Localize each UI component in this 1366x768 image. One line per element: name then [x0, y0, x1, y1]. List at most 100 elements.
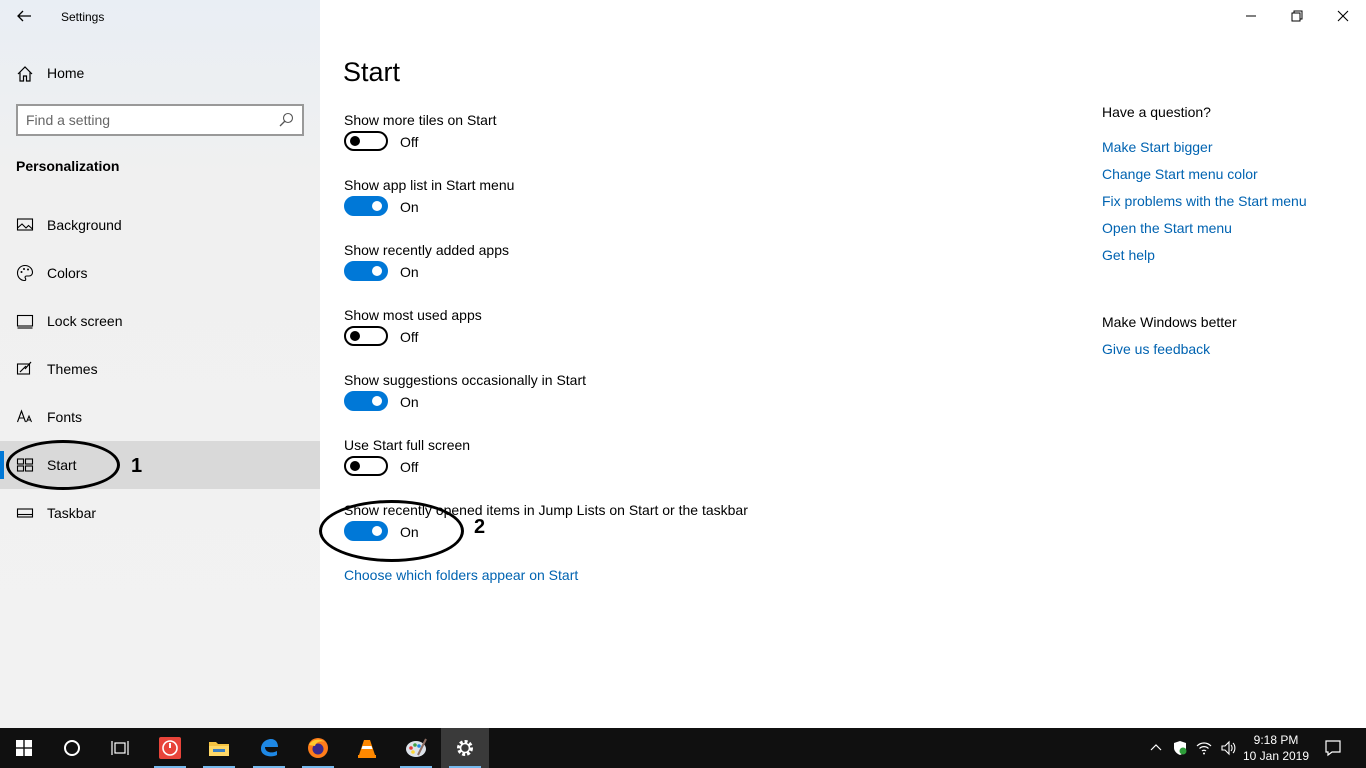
help-link-change-color[interactable]: Change Start menu color	[1102, 166, 1258, 182]
sidebar-item-background[interactable]: Background	[0, 201, 320, 249]
windows-logo-icon	[16, 740, 32, 756]
task-view-icon	[111, 741, 129, 755]
toggle-knob	[350, 136, 360, 146]
fonts-icon	[16, 409, 32, 423]
back-button[interactable]	[8, 2, 40, 30]
toggle-knob	[350, 461, 360, 471]
app-list-toggle[interactable]	[344, 196, 388, 216]
taskbar-vlc[interactable]	[343, 728, 391, 768]
cortana-button[interactable]	[48, 728, 96, 768]
sidebar-item-home[interactable]: Home	[0, 57, 320, 89]
annotation-number-1: 1	[131, 455, 143, 477]
toggle-state: Off	[400, 329, 419, 345]
back-arrow-icon	[17, 10, 31, 22]
toggle-state: On	[400, 199, 419, 215]
minimize-button[interactable]	[1228, 0, 1274, 32]
most-used-toggle[interactable]	[344, 326, 388, 346]
home-icon	[17, 66, 33, 82]
notification-icon	[1325, 740, 1341, 757]
clock-time: 9:18 PM	[1253, 733, 1299, 747]
sidebar-item-label: Lock screen	[47, 313, 123, 329]
task-view-button[interactable]	[96, 728, 144, 768]
taskbar-settings[interactable]	[441, 728, 489, 768]
edge-browser-icon	[261, 739, 278, 757]
taskbar-firefox[interactable]	[294, 728, 342, 768]
themes-icon	[16, 361, 32, 375]
close-button[interactable]	[1320, 0, 1366, 32]
toggle-knob	[372, 396, 382, 406]
toggle-state: On	[400, 394, 419, 410]
restore-icon	[1291, 10, 1303, 22]
help-link-fix-problems[interactable]: Fix problems with the Start menu	[1102, 193, 1307, 209]
app-title: Settings	[61, 10, 105, 24]
taskbar-edge[interactable]	[245, 728, 293, 768]
sidebar-item-lock-screen[interactable]: Lock screen	[0, 297, 320, 345]
taskbar-app-red-power[interactable]	[146, 728, 194, 768]
toggle-state: Off	[400, 459, 419, 475]
sidebar-item-fonts[interactable]: Fonts	[0, 393, 320, 441]
sidebar-item-taskbar[interactable]: Taskbar	[0, 489, 320, 537]
taskbar: 9:18 PM 10 Jan 2019	[0, 728, 1366, 768]
picture-icon	[16, 218, 34, 231]
cortana-circle-icon	[64, 740, 80, 756]
start-button[interactable]	[0, 728, 48, 768]
vlc-cone-icon	[358, 740, 376, 758]
taskbar-file-explorer[interactable]	[195, 728, 243, 768]
sidebar-item-label: Themes	[47, 361, 98, 377]
tray-volume[interactable]	[1216, 728, 1240, 768]
help-link-open-start[interactable]: Open the Start menu	[1102, 220, 1232, 236]
sidebar-item-colors[interactable]: Colors	[0, 249, 320, 297]
search-icon[interactable]	[278, 112, 294, 128]
annotation-ellipse-1	[6, 440, 120, 490]
tray-network[interactable]	[1192, 728, 1216, 768]
shield-icon	[1174, 741, 1187, 755]
setting-label: Show most used apps	[344, 307, 482, 323]
setting-label: Show suggestions occasionally in Start	[344, 372, 587, 388]
toggle-knob	[372, 201, 382, 211]
taskbar-paint[interactable]	[392, 728, 440, 768]
power-app-icon	[159, 737, 181, 759]
speaker-icon	[1221, 740, 1236, 756]
sidebar-item-label: Taskbar	[47, 505, 97, 521]
sidebar-item-label: Home	[47, 65, 85, 81]
annotation-number-2: 2	[474, 516, 486, 538]
taskbar-clock[interactable]: 9:18 PM 10 Jan 2019	[1240, 732, 1312, 764]
action-center-button[interactable]	[1320, 728, 1346, 768]
lock-screen-icon	[16, 314, 34, 329]
help-link-make-start-bigger[interactable]: Make Start bigger	[1102, 139, 1213, 155]
show-hidden-icons-button[interactable]	[1144, 728, 1168, 768]
sidebar-item-label: Colors	[47, 265, 88, 281]
page-title: Start	[343, 57, 401, 87]
setting-label: Show app list in Start menu	[344, 177, 515, 193]
choose-folders-link[interactable]: Choose which folders appear on Start	[344, 567, 578, 583]
section-title: Personalization	[16, 158, 120, 174]
full-screen-toggle[interactable]	[344, 456, 388, 476]
restore-button[interactable]	[1274, 0, 1320, 32]
close-icon	[1337, 10, 1349, 22]
feedback-link[interactable]: Give us feedback	[1102, 341, 1210, 357]
search-input[interactable]	[26, 110, 276, 130]
chevron-up-icon	[1150, 744, 1162, 751]
recently-added-toggle[interactable]	[344, 261, 388, 281]
active-indicator	[0, 451, 4, 479]
suggestions-toggle[interactable]	[344, 391, 388, 411]
toggle-knob	[350, 331, 360, 341]
palette-icon	[16, 264, 34, 282]
sidebar-item-label: Fonts	[47, 409, 83, 425]
minimize-icon	[1246, 15, 1256, 17]
help-heading: Have a question?	[1102, 104, 1211, 120]
paint-palette-icon	[406, 738, 427, 757]
setting-label: Show recently added apps	[344, 242, 509, 258]
gear-icon	[457, 740, 473, 756]
help-link-get-help[interactable]: Get help	[1102, 247, 1155, 263]
toggle-state: On	[400, 264, 419, 280]
toggle-knob	[372, 266, 382, 276]
sidebar-item-label: Background	[47, 217, 122, 233]
annotation-ellipse-2	[319, 500, 464, 562]
sidebar-item-themes[interactable]: Themes	[0, 345, 320, 393]
more-tiles-toggle[interactable]	[344, 131, 388, 151]
sidebar: Settings Home Personalization Background…	[0, 0, 320, 728]
tray-defender[interactable]	[1168, 728, 1192, 768]
setting-label: Show more tiles on Start	[344, 112, 497, 128]
search-box[interactable]	[16, 104, 304, 136]
